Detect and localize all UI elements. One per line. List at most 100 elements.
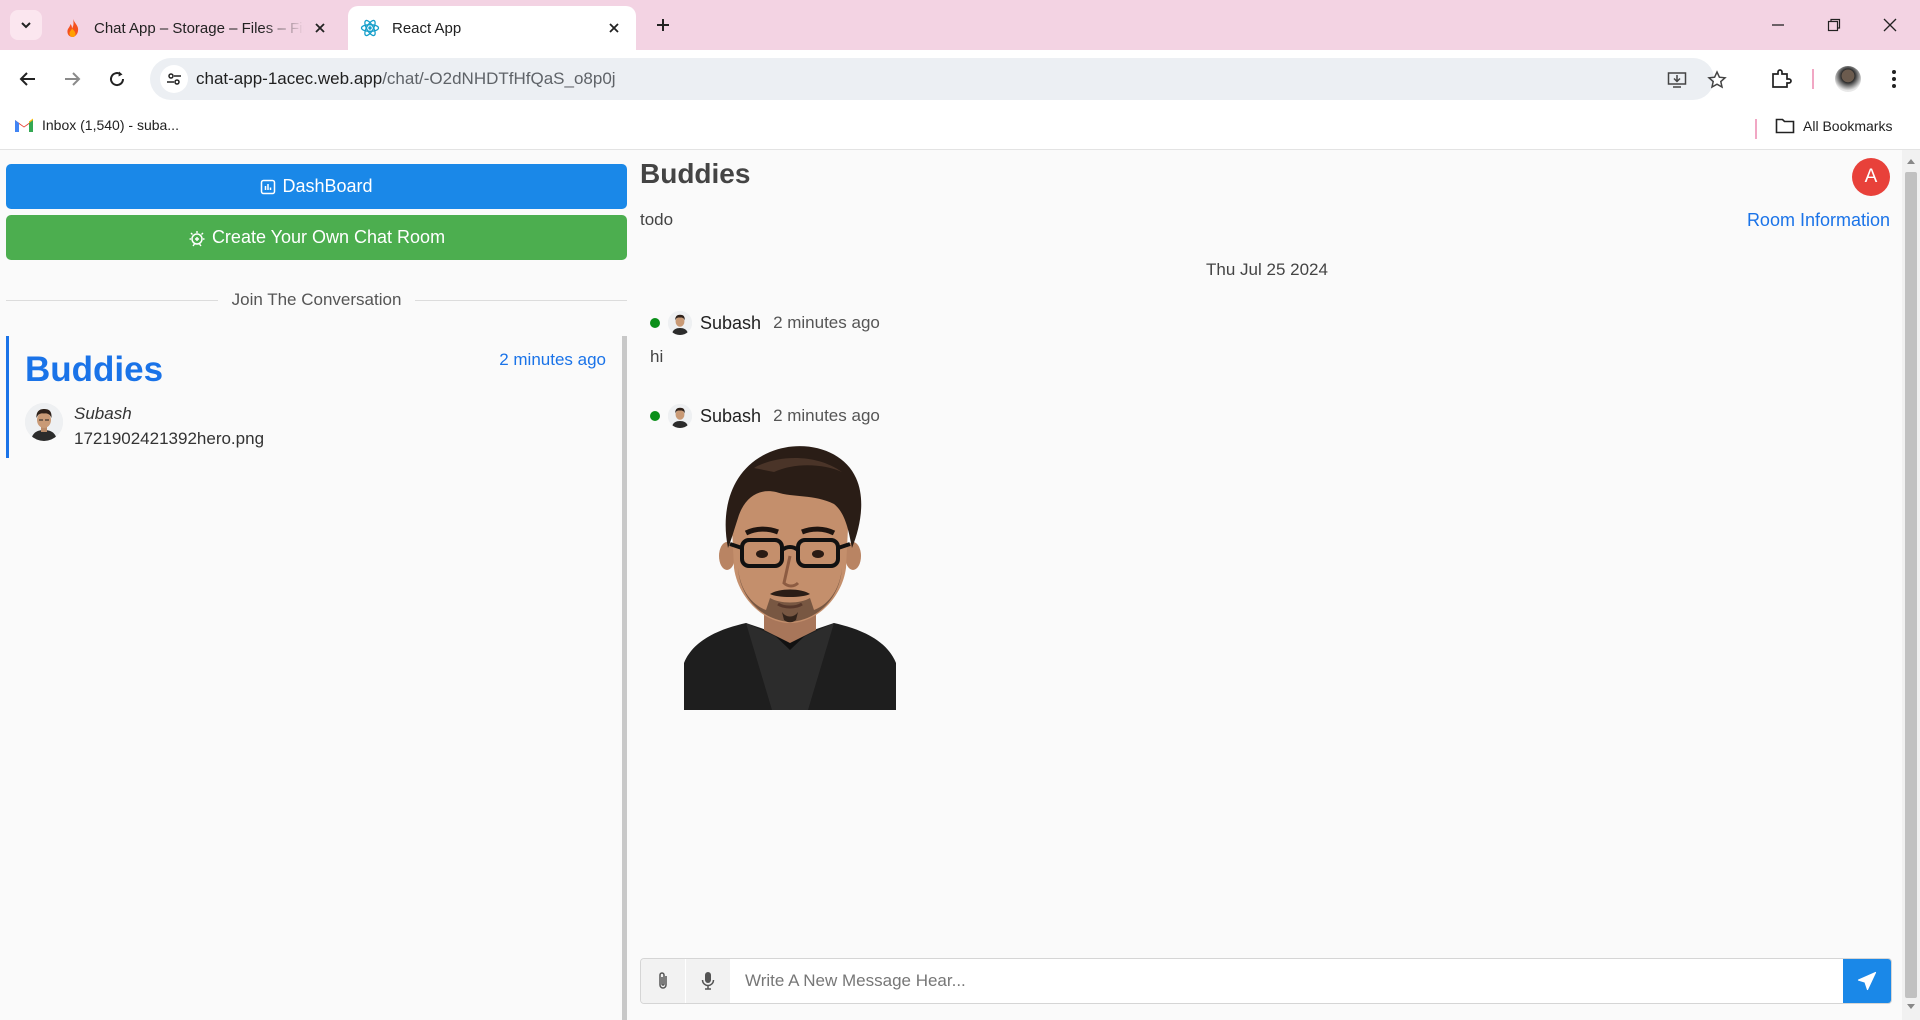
- message-composer: [640, 958, 1892, 1004]
- send-icon: [1857, 971, 1877, 991]
- tab-search-button[interactable]: [10, 10, 42, 40]
- paperclip-icon: [659, 972, 667, 989]
- sidebar: DashBoard Create Your Own Chat Room Join…: [0, 150, 632, 1020]
- forward-button[interactable]: [57, 64, 87, 94]
- message-item: Subash 2 minutes ago hi: [650, 309, 880, 367]
- send-message-button[interactable]: [1843, 959, 1891, 1003]
- back-button[interactable]: [13, 64, 43, 94]
- room-name: Buddies: [25, 350, 164, 389]
- chat-room-description: todo: [640, 210, 674, 229]
- tab-title: Chat App – Storage – Files – Firebase: [94, 19, 304, 37]
- page-scrollbar[interactable]: [1902, 150, 1920, 1020]
- address-bar[interactable]: chat-app-1acec.web.app/chat/-O2dNHDTfHfQ…: [150, 58, 1727, 100]
- room-last-message: 1721902421392hero.png: [74, 429, 265, 448]
- bookmarks-bar: Inbox (1,540) - suba... All Bookmarks: [0, 108, 1920, 150]
- all-bookmarks-label: All Bookmarks: [1803, 118, 1893, 134]
- sidebar-scrollbar[interactable]: [622, 336, 627, 1020]
- url-host: chat-app-1acec.web.app: [196, 69, 383, 88]
- create-room-button[interactable]: Create Your Own Chat Room: [6, 215, 627, 260]
- message-image-attachment[interactable]: [684, 438, 896, 710]
- site-info-button[interactable]: [160, 65, 188, 93]
- record-audio-button[interactable]: [686, 959, 730, 1003]
- message-time: 2 minutes ago: [773, 313, 880, 332]
- profile-avatar: [1835, 66, 1861, 92]
- puzzle-icon: [1772, 69, 1792, 88]
- reload-button[interactable]: [102, 64, 132, 94]
- message-item: Subash 2 minutes ago: [650, 402, 896, 715]
- message-time: 2 minutes ago: [773, 406, 880, 425]
- react-atom-icon: [360, 19, 380, 37]
- dashboard-label: DashBoard: [282, 176, 373, 196]
- restore-window-button[interactable]: [1814, 10, 1854, 40]
- bookmark-star-button[interactable]: [1705, 68, 1729, 92]
- room-item-buddies[interactable]: Buddies 2 minutes ago Subash 17219024213…: [6, 336, 626, 458]
- firebase-flame-icon: [67, 19, 79, 37]
- tab-title: React App: [392, 19, 462, 37]
- bookmark-gmail[interactable]: Inbox (1,540) - suba...: [14, 117, 179, 133]
- dashboard-icon: [260, 179, 276, 195]
- avatar[interactable]: [668, 404, 692, 428]
- room-information-link[interactable]: Room Information: [1747, 210, 1890, 231]
- close-tab-button[interactable]: [604, 18, 624, 38]
- attach-file-button[interactable]: [641, 959, 685, 1003]
- date-separator: Thu Jul 25 2024: [1206, 260, 1328, 279]
- minimize-icon: [1772, 24, 1784, 26]
- message-text: hi: [650, 347, 664, 366]
- chat-panel: Buddies todo A Room Information Thu Jul …: [632, 150, 1902, 1020]
- more-vertical-icon: [1892, 70, 1896, 88]
- message-author[interactable]: Subash: [700, 406, 761, 427]
- tab-firebase[interactable]: Chat App – Storage – Files – Firebase: [52, 6, 342, 50]
- star-icon: [1707, 70, 1727, 89]
- close-tab-button[interactable]: [310, 18, 330, 38]
- close-icon: [1883, 18, 1897, 32]
- join-label: Join The Conversation: [231, 290, 402, 309]
- bookmark-label: Inbox (1,540) - suba...: [42, 117, 179, 133]
- new-tab-button[interactable]: [650, 12, 676, 38]
- message-input[interactable]: [731, 959, 1843, 1003]
- join-divider: Join The Conversation: [6, 290, 628, 310]
- all-bookmarks-button[interactable]: All Bookmarks: [1775, 117, 1892, 135]
- online-status-dot: [650, 318, 660, 328]
- create-room-icon: [188, 229, 206, 247]
- url-text[interactable]: chat-app-1acec.web.app/chat/-O2dNHDTfHfQ…: [196, 69, 616, 89]
- minimize-window-button[interactable]: [1758, 10, 1798, 40]
- create-room-label: Create Your Own Chat Room: [211, 227, 446, 247]
- tab-react-app[interactable]: React App: [348, 6, 636, 50]
- scroll-up-arrow-icon[interactable]: [1906, 156, 1916, 166]
- close-window-button[interactable]: [1870, 10, 1910, 40]
- chat-room-title: Buddies: [640, 158, 751, 189]
- gmail-icon: [15, 118, 33, 132]
- user-avatar-button[interactable]: A: [1852, 158, 1890, 196]
- chat-app-page: DashBoard Create Your Own Chat Room Join…: [0, 150, 1920, 1020]
- online-status-dot: [650, 411, 660, 421]
- restore-icon: [1827, 18, 1841, 32]
- room-last-author: Subash: [74, 404, 132, 423]
- scroll-thumb[interactable]: [1905, 172, 1917, 998]
- room-list: Buddies 2 minutes ago Subash 17219024213…: [6, 336, 626, 1020]
- profile-button[interactable]: [1834, 65, 1862, 93]
- close-icon: [609, 23, 619, 33]
- chevron-down-icon: [21, 22, 31, 29]
- close-icon: [315, 23, 325, 33]
- dashboard-button[interactable]: DashBoard: [6, 164, 627, 209]
- room-time: 2 minutes ago: [499, 350, 606, 369]
- scroll-down-arrow-icon[interactable]: [1906, 1002, 1916, 1012]
- arrow-left-icon: [19, 72, 35, 86]
- reload-icon: [110, 71, 125, 87]
- message-header: Subash 2 minutes ago: [650, 402, 896, 430]
- divider-line: [415, 299, 628, 301]
- microphone-icon: [701, 972, 715, 990]
- avatar[interactable]: [668, 311, 692, 335]
- tune-icon: [167, 73, 181, 85]
- folder-icon: [1775, 118, 1795, 134]
- browser-menu-button[interactable]: [1880, 65, 1908, 93]
- browser-toolbar: chat-app-1acec.web.app/chat/-O2dNHDTfHfQ…: [0, 50, 1920, 108]
- avatar: [25, 403, 63, 441]
- bookmarks-separator: [1755, 119, 1757, 139]
- extensions-button[interactable]: [1767, 65, 1795, 93]
- message-author[interactable]: Subash: [700, 313, 761, 334]
- plus-icon: [657, 19, 669, 31]
- install-app-button[interactable]: [1665, 68, 1689, 92]
- install-app-icon: [1667, 72, 1687, 88]
- browser-tab-strip: Chat App – Storage – Files – Firebase Re…: [0, 0, 1920, 50]
